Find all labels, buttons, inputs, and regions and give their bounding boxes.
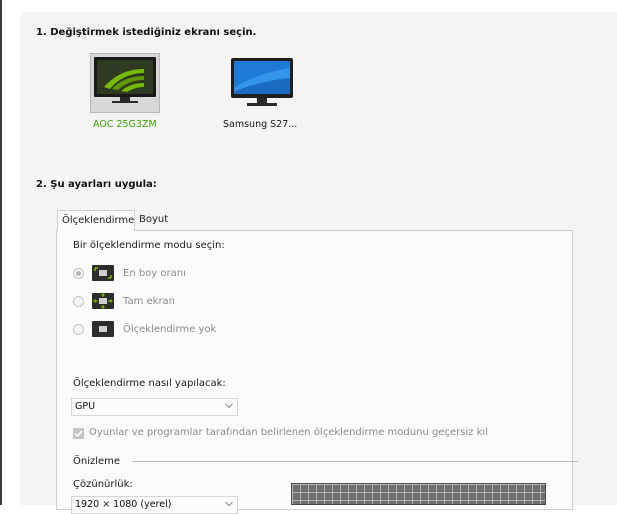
display-name-samsung: Samsung S27... xyxy=(223,119,298,130)
scaling-performed-on-value: GPU xyxy=(75,401,96,412)
resolution-label: Çözünürlük: xyxy=(73,479,133,490)
monitor-icon xyxy=(231,58,293,113)
scaling-mode-prompt: Bir ölçeklendirme modu seçin: xyxy=(73,240,225,251)
full-screen-radio[interactable] xyxy=(73,296,84,307)
preview-grid xyxy=(291,483,546,505)
full-screen-label: Tam ekran xyxy=(123,296,176,307)
preview-label: Önizleme xyxy=(73,456,121,467)
override-scaling-label: Oyunlar ve programlar tarafından belirle… xyxy=(89,427,488,438)
scaling-performed-on-select[interactable]: GPU xyxy=(71,398,238,416)
nvidia-monitor-icon xyxy=(89,52,161,116)
no-scaling-icon xyxy=(92,321,114,337)
window-left-border xyxy=(0,0,2,505)
checkmark-icon xyxy=(74,430,83,438)
full-screen-icon xyxy=(92,293,114,309)
chevron-down-icon xyxy=(225,501,233,507)
chevron-down-icon xyxy=(225,403,233,409)
scaling-performed-on-label: Ölçeklendirme nasıl yapılacak: xyxy=(73,378,226,389)
resolution-select[interactable]: 1920 × 1080 (yerel) xyxy=(71,496,238,514)
section-1-title: 1. Değiştirmek istediğiniz ekranı seçin. xyxy=(36,27,257,38)
override-scaling-checkbox[interactable] xyxy=(73,428,84,439)
section-2-title: 2. Şu ayarları uygula: xyxy=(36,179,157,190)
display-name-aoc: AOC 25G3ZM xyxy=(93,119,157,130)
aspect-ratio-radio[interactable] xyxy=(73,268,84,279)
tab-size[interactable]: Boyut xyxy=(135,210,173,230)
aspect-ratio-icon xyxy=(92,265,114,281)
aspect-ratio-label: En boy oranı xyxy=(123,268,186,279)
tab-scaling[interactable]: Ölçeklendirme xyxy=(57,210,135,231)
preview-divider xyxy=(132,461,578,462)
no-scaling-label: Ölçeklendirme yok xyxy=(123,324,217,335)
no-scaling-radio[interactable] xyxy=(73,324,84,335)
